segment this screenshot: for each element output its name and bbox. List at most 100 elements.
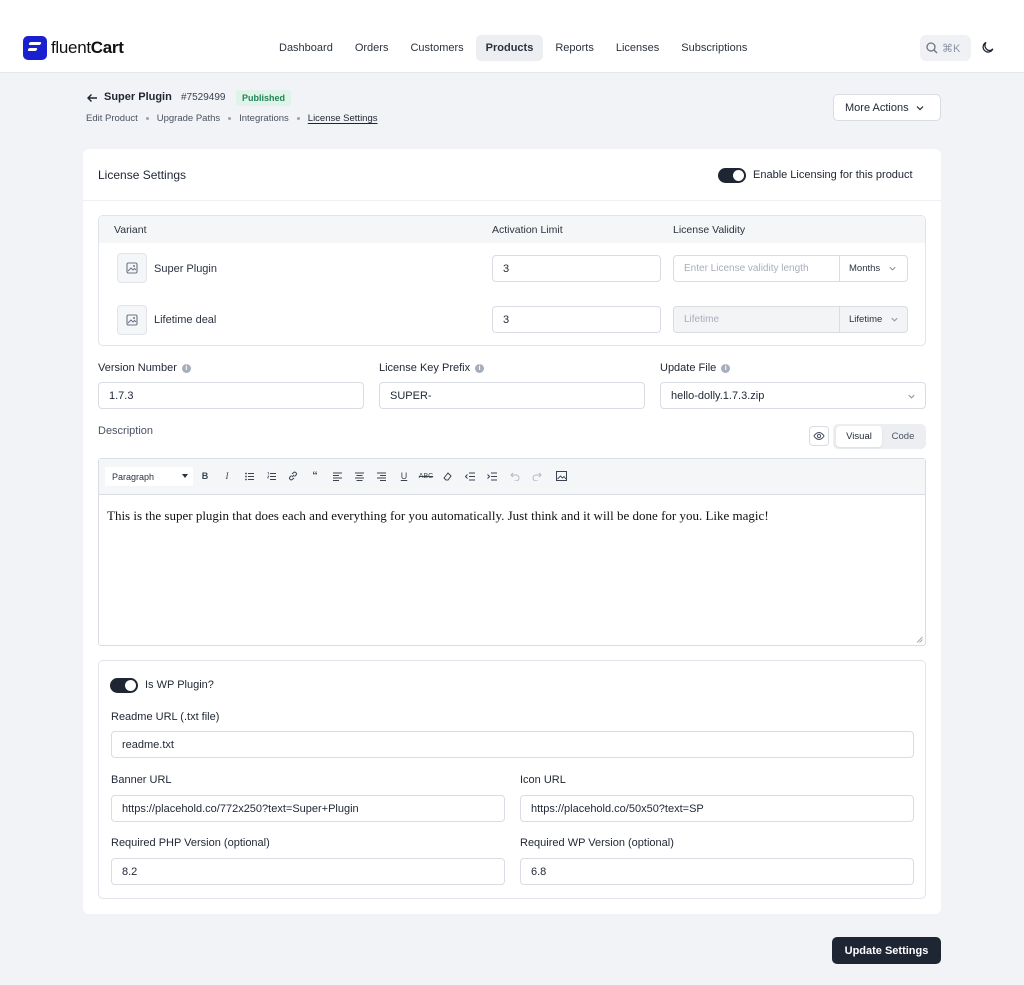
col-variant: Variant bbox=[114, 224, 147, 236]
numbered-list-icon[interactable] bbox=[264, 469, 278, 483]
update-file-select[interactable]: hello-dolly.1.7.3.zip bbox=[660, 382, 926, 409]
readme-url-label: Readme URL (.txt file) bbox=[111, 711, 220, 723]
license-key-prefix-text: License Key Prefix bbox=[379, 362, 471, 374]
php-version-input[interactable]: 8.2 bbox=[111, 858, 505, 885]
resize-handle-icon[interactable] bbox=[916, 636, 923, 643]
tab-code[interactable]: Code bbox=[883, 426, 923, 447]
caret-down-icon bbox=[182, 474, 188, 478]
align-right-icon[interactable] bbox=[374, 469, 388, 483]
nav-products[interactable]: Products bbox=[475, 35, 544, 61]
bold-icon[interactable]: B bbox=[198, 469, 212, 483]
undo-icon[interactable] bbox=[508, 469, 522, 483]
image-icon bbox=[126, 262, 138, 274]
nav-dashboard[interactable]: Dashboard bbox=[269, 35, 343, 61]
chevron-down-icon bbox=[916, 105, 924, 110]
editor-content[interactable]: This is the super plugin that does each … bbox=[107, 508, 769, 524]
preview-button[interactable] bbox=[809, 426, 829, 446]
php-version-label: Required PHP Version (optional) bbox=[111, 837, 270, 849]
wp-version-input[interactable]: 6.8 bbox=[520, 858, 914, 885]
breadcrumb-upgrade-paths[interactable]: Upgrade Paths bbox=[157, 113, 220, 124]
card-title: License Settings bbox=[98, 168, 187, 182]
variant-name: Super Plugin bbox=[154, 263, 217, 275]
top-navbar: fluentCart Dashboard Orders Customers Pr… bbox=[0, 0, 1024, 73]
nav-reports[interactable]: Reports bbox=[545, 35, 604, 61]
nav-licenses[interactable]: Licenses bbox=[606, 35, 669, 61]
nav-customers[interactable]: Customers bbox=[400, 35, 473, 61]
wp-plugin-label: Is WP Plugin? bbox=[145, 679, 214, 691]
chevron-down-icon bbox=[891, 317, 898, 322]
description-label: Description bbox=[98, 425, 154, 437]
col-activation-limit: Activation Limit bbox=[492, 224, 563, 236]
more-actions-button[interactable]: More Actions bbox=[833, 94, 941, 121]
info-icon[interactable]: i bbox=[181, 363, 191, 373]
readme-url-input[interactable]: readme.txt bbox=[111, 731, 914, 758]
enable-licensing-label: Enable Licensing for this product bbox=[753, 169, 913, 181]
search-button[interactable]: ⌘K bbox=[920, 35, 971, 61]
license-validity-input[interactable]: Enter License validity length Months bbox=[673, 255, 908, 282]
blockquote-icon[interactable]: “ bbox=[308, 469, 322, 483]
chevron-down-icon bbox=[908, 394, 915, 399]
underline-icon[interactable]: U bbox=[397, 469, 411, 483]
version-number-input[interactable]: 1.7.3 bbox=[98, 382, 364, 409]
breadcrumb-separator bbox=[228, 117, 232, 120]
variant-table-header: Variant Activation Limit License Validit… bbox=[99, 216, 925, 243]
redo-icon[interactable] bbox=[530, 469, 544, 483]
indent-icon[interactable] bbox=[485, 469, 499, 483]
breadcrumb-edit-product[interactable]: Edit Product bbox=[86, 113, 138, 124]
breadcrumb-license-settings[interactable]: License Settings bbox=[308, 113, 378, 124]
italic-icon[interactable]: I bbox=[220, 469, 234, 483]
breadcrumb-integrations[interactable]: Integrations bbox=[239, 113, 289, 124]
update-settings-button[interactable]: Update Settings bbox=[832, 937, 941, 964]
bullet-list-icon[interactable] bbox=[242, 469, 256, 483]
align-left-icon[interactable] bbox=[330, 469, 344, 483]
nav-orders[interactable]: Orders bbox=[345, 35, 399, 61]
link-icon[interactable] bbox=[286, 469, 300, 483]
version-number-label: Version Number i bbox=[98, 362, 191, 374]
update-file-value: hello-dolly.1.7.3.zip bbox=[671, 389, 765, 402]
activation-limit-input[interactable]: 3 bbox=[492, 255, 661, 282]
strikethrough-icon[interactable]: ABC bbox=[419, 469, 433, 483]
back-arrow-icon[interactable] bbox=[86, 92, 98, 104]
enable-licensing-toggle[interactable] bbox=[718, 168, 746, 183]
wp-plugin-toggle[interactable] bbox=[110, 678, 138, 693]
more-actions-label: More Actions bbox=[845, 101, 909, 114]
outdent-icon[interactable] bbox=[463, 469, 477, 483]
status-badge: Published bbox=[236, 90, 292, 106]
search-icon bbox=[926, 42, 938, 54]
product-title: Super Plugin bbox=[104, 91, 172, 103]
main-nav: Dashboard Orders Customers Products Repo… bbox=[269, 35, 757, 61]
icon-url-input[interactable]: https://placehold.co/50x50?text=SP bbox=[520, 795, 914, 822]
dark-mode-moon-icon[interactable] bbox=[981, 40, 995, 54]
banner-url-input[interactable]: https://placehold.co/772x250?text=Super+… bbox=[111, 795, 505, 822]
info-icon[interactable]: i bbox=[475, 363, 485, 373]
info-icon[interactable]: i bbox=[721, 363, 731, 373]
image-icon bbox=[126, 314, 138, 326]
license-key-prefix-label: License Key Prefix i bbox=[379, 362, 485, 374]
logo-mark-icon bbox=[23, 36, 47, 60]
license-settings-card: License Settings Enable Licensing for th… bbox=[83, 149, 941, 914]
clear-format-icon[interactable] bbox=[441, 469, 455, 483]
align-center-icon[interactable] bbox=[352, 469, 366, 483]
brand-logo[interactable]: fluentCart bbox=[23, 36, 124, 60]
description-editor[interactable]: Paragraph B I “ U ABC This is the super … bbox=[98, 458, 926, 646]
validity-unit-select[interactable]: Lifetime bbox=[839, 307, 907, 332]
breadcrumb-separator bbox=[296, 117, 300, 120]
format-select[interactable]: Paragraph bbox=[105, 467, 193, 486]
wp-version-label: Required WP Version (optional) bbox=[520, 837, 674, 849]
license-key-prefix-input[interactable]: SUPER- bbox=[379, 382, 645, 409]
update-file-text: Update File bbox=[660, 362, 717, 374]
validity-unit-select[interactable]: Months bbox=[839, 256, 907, 281]
activation-limit-input[interactable]: 3 bbox=[492, 306, 661, 333]
card-header: License Settings Enable Licensing for th… bbox=[83, 149, 941, 201]
nav-subscriptions[interactable]: Subscriptions bbox=[671, 35, 757, 61]
update-file-label: Update File i bbox=[660, 362, 731, 374]
logo-text: fluentCart bbox=[51, 38, 124, 57]
tab-visual[interactable]: Visual bbox=[836, 426, 882, 447]
icon-url-label: Icon URL bbox=[520, 774, 566, 786]
chevron-down-icon bbox=[889, 266, 896, 271]
wp-plugin-section: Is WP Plugin? Readme URL (.txt file) rea… bbox=[98, 660, 926, 899]
insert-image-icon[interactable] bbox=[554, 469, 568, 483]
col-license-validity: License Validity bbox=[673, 224, 746, 236]
license-validity-input: Lifetime Lifetime bbox=[673, 306, 908, 333]
version-number-text: Version Number bbox=[98, 362, 177, 374]
